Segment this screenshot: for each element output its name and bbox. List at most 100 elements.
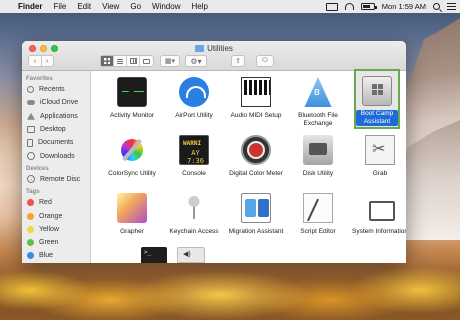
grab-icon	[365, 135, 395, 165]
finder-window: Utilities ‹ › ▦▾ ⚙▾ ⇪ ⬭ Favorites Recent…	[22, 41, 406, 263]
app-label: Digital Color Meter	[229, 170, 283, 177]
sidebar-section-favorites: Favorites	[26, 76, 53, 82]
sidebar-item-label: Remote Disc	[40, 175, 81, 183]
sidebar-item-label: Desktop	[40, 126, 66, 134]
sidebar-item-label: Applications	[40, 112, 78, 120]
sidebar-item-label: Yellow	[39, 225, 59, 233]
sidebar-tag-blue[interactable]: Blue	[22, 249, 90, 262]
wifi-icon[interactable]	[344, 3, 354, 10]
forward-button[interactable]: ›	[41, 56, 53, 66]
keychain-access-icon	[179, 193, 209, 223]
menu-edit[interactable]: Edit	[77, 2, 91, 11]
sidebar-item-icloud-drive[interactable]: iCloud Drive	[22, 96, 90, 109]
display-mirroring-icon[interactable]	[325, 2, 338, 11]
app-label: Activity Monitor	[109, 112, 155, 119]
app-keychain-access[interactable]: Keychain Access	[159, 193, 229, 236]
disk-utility-icon	[303, 135, 333, 165]
sidebar-tag-red[interactable]: Red	[22, 196, 90, 209]
app-label: Disk Utility	[302, 170, 334, 177]
bluetooth-file-exchange-icon	[304, 77, 332, 107]
sidebar-item-desktop[interactable]: Desktop	[22, 123, 90, 136]
sidebar-tag-green[interactable]: Green	[22, 236, 90, 249]
sidebar-item-applications[interactable]: Applications	[22, 110, 90, 123]
app-label: ColorSync Utility	[108, 170, 156, 177]
cloud-icon	[27, 100, 35, 106]
app-disk-utility[interactable]: Disk Utility	[283, 135, 353, 178]
sidebar: Favorites Recents iCloud Drive Applicati…	[22, 71, 91, 263]
script-editor-icon	[303, 193, 333, 223]
sidebar-item-recents[interactable]: Recents	[22, 83, 90, 96]
menu-view[interactable]: View	[102, 2, 119, 11]
app-boot-camp-assistant[interactable]: Boot Camp Assistant	[342, 69, 406, 129]
app-label: Boot Camp Assistant	[356, 110, 398, 126]
menu-file[interactable]: File	[53, 2, 66, 11]
sidebar-tag-orange[interactable]: Orange	[22, 209, 90, 222]
system-information-icon	[365, 193, 395, 223]
document-icon	[27, 138, 33, 147]
sidebar-item-downloads[interactable]: Downloads	[22, 149, 90, 162]
window-title-text: Utilities	[207, 44, 233, 53]
app-console[interactable]: WARNI AY 7:36 Console	[159, 135, 229, 178]
app-label: Keychain Access	[169, 228, 219, 235]
app-migration-assistant[interactable]: Migration Assistant	[221, 193, 291, 236]
window-title: Utilities	[22, 44, 406, 53]
migration-assistant-icon	[241, 193, 271, 223]
app-label: Migration Assistant	[228, 228, 284, 235]
menu-help[interactable]: Help	[191, 2, 207, 11]
boot-camp-assistant-icon	[362, 76, 392, 106]
view-mode-buttons	[100, 55, 154, 67]
sidebar-item-label: Blue	[39, 252, 54, 260]
spotlight-search-icon[interactable]	[433, 3, 440, 10]
battery-icon[interactable]	[360, 3, 377, 10]
airport-utility-icon	[179, 77, 209, 107]
terminal-icon[interactable]	[141, 247, 167, 263]
sidebar-section-devices: Devices	[26, 165, 49, 172]
menu-app-name[interactable]: Finder	[18, 2, 42, 11]
menu-clock[interactable]: Mon 1:59 AM	[382, 2, 426, 11]
sidebar-tag-yellow[interactable]: Yellow	[22, 223, 90, 236]
app-grab[interactable]: Grab	[345, 135, 406, 178]
window-toolbar: Utilities ‹ › ▦▾ ⚙▾ ⇪ ⬭	[22, 41, 406, 71]
download-icon	[27, 152, 35, 161]
arrange-icon: ▦▾	[164, 58, 176, 65]
voiceover-utility-icon[interactable]	[177, 247, 205, 263]
navigation-buttons: ‹ ›	[28, 55, 54, 67]
app-colorsync-utility[interactable]: ColorSync Utility	[97, 135, 167, 178]
app-label: Console	[182, 170, 206, 177]
action-button[interactable]: ⚙▾	[185, 55, 207, 67]
file-icon-grid: Activity Monitor AirPort Utility Audio M…	[92, 69, 406, 263]
list-view-button[interactable]	[114, 56, 128, 66]
app-label: Grab	[372, 170, 388, 177]
notification-center-icon[interactable]	[447, 3, 456, 10]
menu-go[interactable]: Go	[130, 2, 141, 11]
activity-monitor-icon	[117, 77, 147, 107]
sidebar-item-label: Recents	[39, 86, 65, 94]
edit-tags-button[interactable]: ⬭	[256, 55, 274, 67]
arrange-button[interactable]: ▦▾	[160, 55, 180, 67]
app-system-information[interactable]: System Information	[345, 193, 406, 236]
share-button[interactable]: ⇪	[231, 55, 245, 67]
menu-window[interactable]: Window	[152, 2, 180, 11]
app-airport-utility[interactable]: AirPort Utility	[159, 77, 229, 120]
disc-icon	[27, 175, 35, 184]
sidebar-item-label: Downloads	[40, 152, 75, 160]
sidebar-item-remote-disc[interactable]: Remote Disc	[22, 173, 90, 186]
app-activity-monitor[interactable]: Activity Monitor	[97, 77, 167, 120]
app-script-editor[interactable]: Script Editor	[283, 193, 353, 236]
desktop-icon	[27, 126, 35, 134]
tag-dot-icon	[27, 239, 34, 247]
app-label: Grapher	[120, 228, 144, 235]
app-grapher[interactable]: Grapher	[97, 193, 167, 236]
sidebar-item-label: Red	[39, 199, 52, 207]
app-audio-midi-setup[interactable]: Audio MIDI Setup	[221, 77, 291, 120]
sidebar-item-documents[interactable]: Documents	[22, 136, 90, 149]
column-view-button[interactable]	[127, 56, 141, 66]
icon-view-button[interactable]	[101, 56, 115, 66]
app-digital-color-meter[interactable]: Digital Color Meter	[221, 135, 291, 178]
sidebar-section-tags: Tags	[26, 189, 40, 196]
sidebar-item-label: Green	[39, 239, 59, 247]
icon-view-icon	[104, 58, 110, 64]
back-button[interactable]: ‹	[29, 56, 41, 66]
gallery-view-button[interactable]	[140, 56, 153, 66]
selection-highlight: Boot Camp Assistant	[354, 69, 400, 129]
